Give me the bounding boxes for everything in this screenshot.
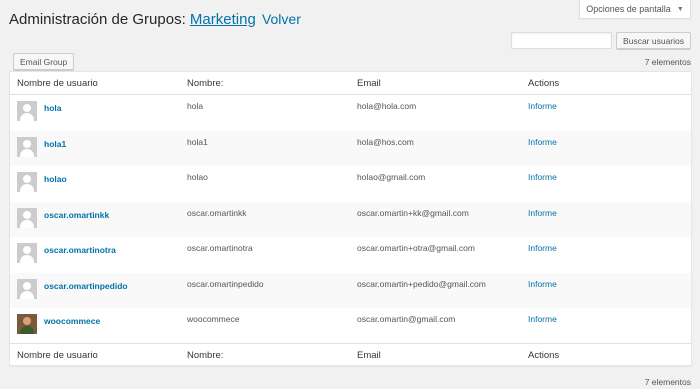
- username-cell: oscar.omartinkk: [17, 207, 109, 228]
- chevron-down-icon: ▼: [676, 5, 684, 13]
- page-title: Administración de Grupos: Marketing Volv…: [9, 11, 301, 28]
- avatar: [17, 278, 37, 299]
- report-link[interactable]: Informe: [528, 172, 557, 182]
- item-count-top: 7 elementos: [644, 57, 691, 67]
- username-link[interactable]: hola: [44, 103, 61, 113]
- column-header-actions: Actions: [528, 77, 560, 89]
- table-row: holao holao holao@gmail.com Informe: [10, 166, 691, 202]
- email-cell: hola@hola.com: [357, 101, 417, 111]
- username-cell: oscar.omartinpedido: [17, 278, 128, 299]
- avatar: [17, 172, 37, 192]
- email-cell: holao@gmail.com: [357, 172, 426, 182]
- report-link[interactable]: Informe: [528, 208, 557, 218]
- username-link[interactable]: holao: [44, 174, 67, 184]
- column-footer-actions: Actions: [528, 350, 560, 361]
- email-cell: oscar.omartin+otra@gmail.com: [357, 243, 475, 253]
- username-cell: hola: [17, 101, 61, 121]
- users-table: Nombre de usuario Nombre: Email Actions …: [9, 71, 692, 366]
- table-footer-row: Nombre de usuario Nombre: Email Actions: [10, 343, 691, 367]
- column-header-name: Nombre:: [187, 77, 224, 89]
- report-link[interactable]: Informe: [528, 137, 557, 147]
- column-footer-email: Email: [357, 350, 381, 361]
- table-row: woocommece woocommece oscar.omartin@gmai…: [10, 308, 691, 344]
- email-cell: oscar.omartin+pedido@gmail.com: [357, 278, 486, 289]
- report-link[interactable]: Informe: [528, 243, 557, 253]
- item-count-bottom: 7 elementos: [644, 377, 691, 387]
- avatar: [17, 101, 37, 121]
- name-cell: oscar.omartinkk: [187, 207, 247, 218]
- screen-options-label: Opciones de pantalla: [586, 4, 671, 14]
- username-cell: hola1: [17, 136, 66, 157]
- back-link[interactable]: Volver: [262, 11, 301, 27]
- name-cell: hola1: [187, 136, 208, 147]
- column-footer-username: Nombre de usuario: [17, 350, 98, 361]
- column-header-email: Email: [357, 77, 381, 89]
- username-link[interactable]: oscar.omartinotra: [44, 245, 116, 255]
- avatar: [17, 314, 37, 334]
- name-cell: oscar.omartinotra: [187, 243, 253, 253]
- avatar: [17, 136, 37, 157]
- search-box: Buscar usuarios: [511, 32, 691, 49]
- report-link[interactable]: Informe: [528, 101, 557, 111]
- name-cell: woocommece: [187, 314, 240, 324]
- search-input[interactable]: [511, 32, 613, 49]
- report-link[interactable]: Informe: [528, 279, 557, 289]
- email-cell: oscar.omartin@gmail.com: [357, 314, 456, 324]
- group-name-link[interactable]: Marketing: [190, 11, 256, 28]
- table-row: oscar.omartinotra oscar.omartinotra osca…: [10, 237, 691, 273]
- column-header-username: Nombre de usuario: [17, 77, 98, 89]
- username-link[interactable]: hola1: [44, 139, 66, 149]
- username-link[interactable]: oscar.omartinkk: [44, 210, 109, 220]
- username-cell: woocommece: [17, 314, 100, 334]
- table-row: hola hola hola@hola.com Informe: [10, 95, 691, 131]
- avatar: [17, 243, 37, 263]
- search-users-button[interactable]: Buscar usuarios: [616, 32, 691, 49]
- name-cell: oscar.omartinpedido: [187, 278, 264, 289]
- report-link[interactable]: Informe: [528, 314, 557, 324]
- email-group-button[interactable]: Email Group: [13, 53, 75, 70]
- page-title-text: Administración de Grupos:: [9, 11, 186, 28]
- table-row: hola1 hola1 hola@hos.com Informe: [10, 130, 691, 166]
- username-cell: oscar.omartinotra: [17, 243, 116, 263]
- name-cell: holao: [187, 172, 208, 182]
- username-cell: holao: [17, 172, 67, 192]
- table-row: oscar.omartinkk oscar.omartinkk oscar.om…: [10, 201, 691, 237]
- avatar: [17, 207, 37, 228]
- column-footer-name: Nombre:: [187, 350, 224, 361]
- username-link[interactable]: woocommece: [44, 316, 100, 326]
- name-cell: hola: [187, 101, 204, 111]
- username-link[interactable]: oscar.omartinpedido: [44, 281, 128, 291]
- screen-options-button[interactable]: Opciones de pantalla ▼: [579, 0, 691, 19]
- table-row: oscar.omartinpedido oscar.omartinpedido …: [10, 272, 691, 308]
- email-cell: oscar.omartin+kk@gmail.com: [357, 207, 469, 218]
- email-cell: hola@hos.com: [357, 136, 414, 147]
- table-header-row: Nombre de usuario Nombre: Email Actions: [10, 72, 691, 95]
